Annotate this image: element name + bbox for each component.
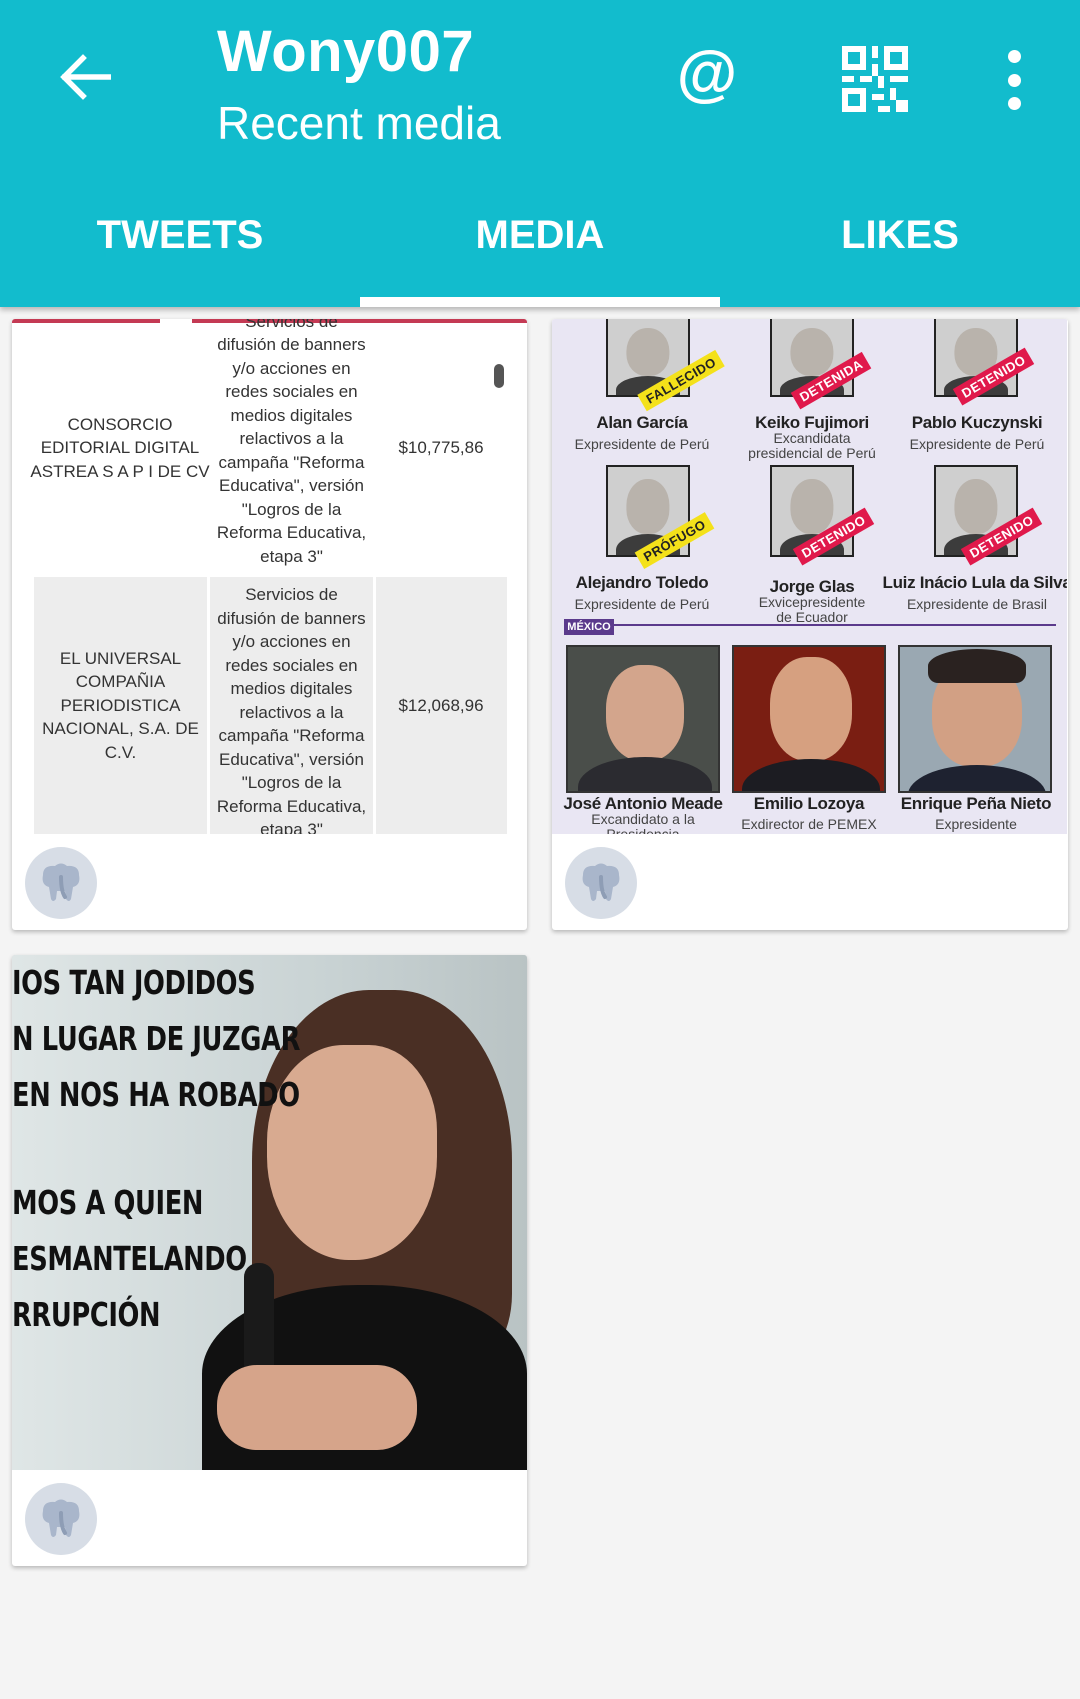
person-name: Luiz Inácio Lula da Silva xyxy=(882,573,1068,592)
portrait-photo xyxy=(566,645,720,793)
table-cell-description: Servicios de difusión de banners y/o acc… xyxy=(216,585,367,834)
person-name: Alan García xyxy=(596,413,688,432)
back-button[interactable] xyxy=(50,42,120,112)
media-card-3[interactable]: IOS TAN JODIDOS N LUGAR DE JUZGAR EN NOS… xyxy=(12,955,527,1566)
app-bar: Wony007 Recent media @ TWEETS MEDIA LIKE… xyxy=(0,0,1080,307)
section-divider xyxy=(564,624,1056,626)
portrait-photo xyxy=(732,645,886,793)
person-name: Alejandro Toledo xyxy=(575,573,709,592)
portrait-photo xyxy=(898,645,1052,793)
table-cell-company: EL UNIVERSAL COMPAÑIA PERIODISTICA NACIO… xyxy=(42,648,199,762)
person-name: Enrique Peña Nieto xyxy=(900,794,1052,813)
avatar[interactable] xyxy=(25,1483,97,1555)
person-role: Excandidato a la Presidencia xyxy=(591,811,695,835)
person-role: Exvicepresidente de Ecuador xyxy=(758,594,866,625)
media-image[interactable]: IOS TAN JODIDOS N LUGAR DE JUZGAR EN NOS… xyxy=(12,955,527,1470)
arrow-left-icon xyxy=(60,54,111,100)
tab-tweets[interactable]: TWEETS xyxy=(0,200,360,307)
meme-figure xyxy=(217,1365,417,1450)
table-cell-amount: $10,775,86 xyxy=(398,438,484,458)
mastodon-elephant-icon xyxy=(42,863,80,901)
table-cell-company: CONSORCIO EDITORIAL DIGITAL ASTREA S A P… xyxy=(30,414,210,481)
person-role: Excandidata presidencial de Perú xyxy=(748,430,876,461)
tab-bar: TWEETS MEDIA LIKES xyxy=(0,200,1080,307)
media-card-1[interactable]: CONSORCIO EDITORIAL DIGITAL ASTREA S A P… xyxy=(12,319,527,930)
avatar[interactable] xyxy=(25,847,97,919)
profile-name: Wony007 xyxy=(217,19,475,84)
dot-icon xyxy=(1007,73,1021,87)
dot-icon xyxy=(1007,50,1021,63)
person-role: Expresidente xyxy=(935,816,1017,832)
table-cell-description: Servicios de difusión de banners y/o acc… xyxy=(216,319,367,566)
person-name: Pablo Kuczynski xyxy=(911,413,1043,432)
person-role: Expresidente de Perú xyxy=(909,436,1045,452)
avatar[interactable] xyxy=(565,847,637,919)
person-role: Exdirector de PEMEX xyxy=(741,816,877,832)
tab-likes[interactable]: LIKES xyxy=(720,200,1080,307)
meme-text: EN NOS HA ROBADO xyxy=(12,1075,300,1114)
media-image[interactable]: CONSORCIO EDITORIAL DIGITAL ASTREA S A P… xyxy=(12,319,527,834)
qr-code-icon xyxy=(842,46,908,112)
table-cell-amount: $12,068,96 xyxy=(398,695,484,715)
qr-code-button[interactable] xyxy=(842,46,908,112)
mention-button[interactable]: @ xyxy=(672,38,742,118)
meme-text: MOS A QUIEN xyxy=(12,1183,204,1222)
person-role: Expresidente de Brasil xyxy=(906,596,1048,612)
meme-text: N LUGAR DE JUZGAR xyxy=(12,1019,301,1058)
person-name: Emilio Lozoya xyxy=(753,794,865,813)
person-role: Expresidente de Perú xyxy=(574,596,710,612)
section-label: MÉXICO xyxy=(564,619,614,635)
more-options-button[interactable] xyxy=(990,50,1038,110)
tab-media[interactable]: MEDIA xyxy=(360,200,720,307)
page-subtitle: Recent media xyxy=(217,97,501,149)
meme-text: ESMANTELANDO xyxy=(12,1239,247,1278)
meme-text: IOS TAN JODIDOS xyxy=(12,963,256,1002)
mastodon-elephant-icon xyxy=(42,1499,80,1537)
media-card-2[interactable]: FALLECIDO DETENIDA DETENIDO Alan García … xyxy=(552,319,1068,930)
person-role: Expresidente de Perú xyxy=(574,436,710,452)
dot-icon xyxy=(1007,97,1021,110)
meme-text: RRUPCIÓN xyxy=(12,1295,161,1334)
mastodon-elephant-icon xyxy=(582,863,620,901)
media-image[interactable]: FALLECIDO DETENIDA DETENIDO Alan García … xyxy=(552,319,1067,834)
scrollbar xyxy=(494,364,504,388)
